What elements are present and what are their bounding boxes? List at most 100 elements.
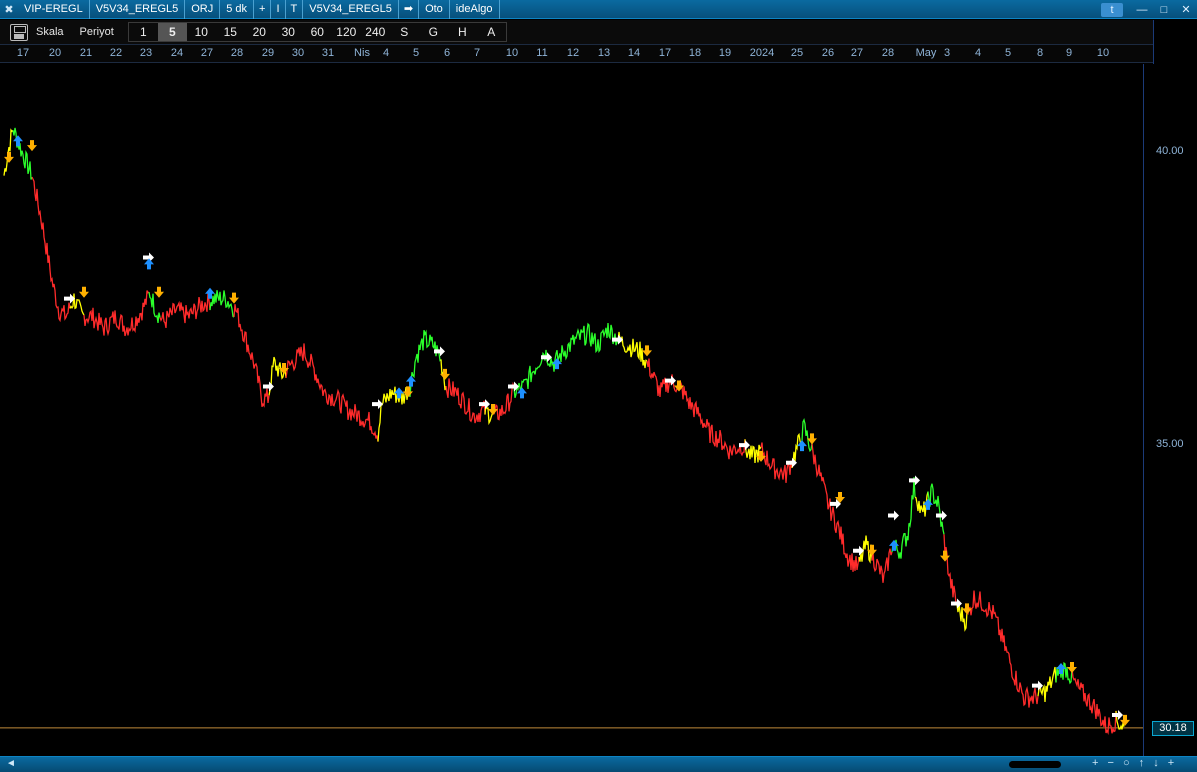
price-series-down xyxy=(233,304,270,408)
maximize-icon[interactable]: □ xyxy=(1153,4,1175,16)
date-label: 18 xyxy=(688,47,702,59)
date-label: 30 xyxy=(291,47,305,59)
price-series-neutral xyxy=(617,331,648,369)
strategy-tab[interactable]: V5V34_EREGL5 xyxy=(90,0,186,19)
date-label: 27 xyxy=(200,47,214,59)
price-series-neutral xyxy=(268,356,287,396)
sell-signal-arrow-icon xyxy=(4,151,14,163)
date-label: 25 xyxy=(790,47,804,59)
i-button[interactable]: I xyxy=(271,0,286,19)
date-label: 27 xyxy=(850,47,864,59)
period-1[interactable]: 1 xyxy=(129,23,158,41)
buy-signal-arrow-icon xyxy=(144,258,154,270)
buy-signal-arrow-icon xyxy=(13,135,23,147)
period-S[interactable]: S xyxy=(390,23,419,41)
date-label: 11 xyxy=(536,47,548,59)
zoom-controls[interactable]: + − ○ ↑ ↓ + xyxy=(1092,757,1177,769)
date-label: 17 xyxy=(16,47,30,59)
symbol-tab[interactable]: VIP-EREGL xyxy=(18,0,90,19)
date-label: 13 xyxy=(597,47,611,59)
oto-button[interactable]: Oto xyxy=(419,0,450,19)
entry-signal-arrow-icon xyxy=(263,381,274,392)
date-label: 26 xyxy=(821,47,835,59)
date-label: 9 xyxy=(1065,47,1073,59)
price-series-down xyxy=(966,590,1039,708)
sell-signal-arrow-icon xyxy=(1120,714,1130,726)
horizontal-scrollbar[interactable]: ◄ + − ○ ↑ ↓ + xyxy=(0,756,1197,772)
period-G[interactable]: G xyxy=(419,23,448,41)
price-series-down xyxy=(646,358,746,460)
period-15[interactable]: 15 xyxy=(216,23,245,41)
date-label: 2024 xyxy=(749,47,775,59)
date-label: 6 xyxy=(443,47,451,59)
sell-signal-arrow-icon xyxy=(27,140,37,152)
scale-button[interactable]: Skala xyxy=(28,26,72,38)
period-240[interactable]: 240 xyxy=(361,23,390,41)
price-series-up xyxy=(513,322,619,398)
date-label: 31 xyxy=(321,47,335,59)
date-label: May xyxy=(915,47,937,59)
t-button[interactable]: T xyxy=(286,0,304,19)
twitter-icon[interactable]: t xyxy=(1101,2,1123,17)
date-label: 10 xyxy=(1096,47,1110,59)
price-series-down xyxy=(871,548,893,583)
system-name[interactable]: V5V34_EREGL5 xyxy=(303,0,399,19)
period-120[interactable]: 120 xyxy=(332,23,361,41)
trading-window: ✖ VIP-EREGL V5V34_EREGL5 ORJ 5 dk + I T … xyxy=(0,0,1197,772)
date-label: 21 xyxy=(79,47,93,59)
price-chart[interactable] xyxy=(0,64,1143,756)
axis-corner xyxy=(1153,20,1197,64)
plus-button[interactable]: + xyxy=(254,0,272,19)
last-price-badge: 30.18 xyxy=(1152,720,1194,736)
minimize-icon[interactable]: — xyxy=(1131,4,1153,16)
arrow-right-icon[interactable]: ➡ xyxy=(399,0,420,19)
price-axis[interactable]: 40.00 35.00 30.18 xyxy=(1143,64,1197,756)
date-label: 10 xyxy=(505,47,519,59)
sell-signal-arrow-icon xyxy=(642,345,652,357)
period-button[interactable]: Periyot xyxy=(72,26,122,38)
entry-signal-arrow-icon xyxy=(1112,709,1123,720)
date-label: 4 xyxy=(974,47,982,59)
date-label: 3 xyxy=(943,47,951,59)
entry-signal-arrow-icon xyxy=(508,381,519,392)
window-controls: t — □ ✕ xyxy=(1101,0,1197,19)
idealgo-button[interactable]: ideAlgo xyxy=(450,0,500,19)
close-icon[interactable]: ✖ xyxy=(0,3,18,16)
period-30[interactable]: 30 xyxy=(274,23,303,41)
date-label: 7 xyxy=(473,47,481,59)
window-close-icon[interactable]: ✕ xyxy=(1175,3,1197,16)
period-A[interactable]: A xyxy=(477,23,506,41)
orj-button[interactable]: ORJ xyxy=(185,0,221,19)
date-label: 8 xyxy=(1036,47,1044,59)
period-20[interactable]: 20 xyxy=(245,23,274,41)
date-label: 14 xyxy=(627,47,641,59)
scroll-thumb[interactable] xyxy=(1009,761,1061,768)
date-label: 17 xyxy=(658,47,672,59)
period-10[interactable]: 10 xyxy=(187,23,216,41)
price-series-down xyxy=(943,534,958,606)
date-label: 24 xyxy=(170,47,184,59)
price-series-up xyxy=(927,483,945,535)
date-label: 19 xyxy=(718,47,732,59)
period-5[interactable]: 5 xyxy=(157,23,187,41)
date-label: 12 xyxy=(566,47,580,59)
scroll-left-icon[interactable]: ◄ xyxy=(6,758,16,769)
date-label: 23 xyxy=(139,47,153,59)
price-series-down xyxy=(1071,668,1117,736)
period-60[interactable]: 60 xyxy=(303,23,332,41)
date-label: 28 xyxy=(881,47,895,59)
sell-signal-arrow-icon xyxy=(229,292,239,304)
period-indicator[interactable]: 5 dk xyxy=(220,0,255,19)
price-series-down xyxy=(493,381,515,421)
toolbar: Skala Periyot 1 5 10 15 20 30 60 120 240 S G H A xyxy=(0,20,1197,44)
entry-signal-arrow-icon xyxy=(951,598,962,609)
save-icon[interactable] xyxy=(10,23,28,41)
price-series-up xyxy=(12,127,33,180)
date-label: 22 xyxy=(109,47,123,59)
date-axis: 17 20 21 22 23 24 27 28 29 30 31 Nis 4 5 6 7 10 11 12 13 14 1… xyxy=(0,44,1153,63)
sell-signal-arrow-icon xyxy=(940,550,950,562)
period-H[interactable]: H xyxy=(448,23,477,41)
buy-signal-arrow-icon xyxy=(797,440,807,452)
price-series-up xyxy=(209,290,235,318)
y-tick-label: 40.00 xyxy=(1156,144,1184,157)
